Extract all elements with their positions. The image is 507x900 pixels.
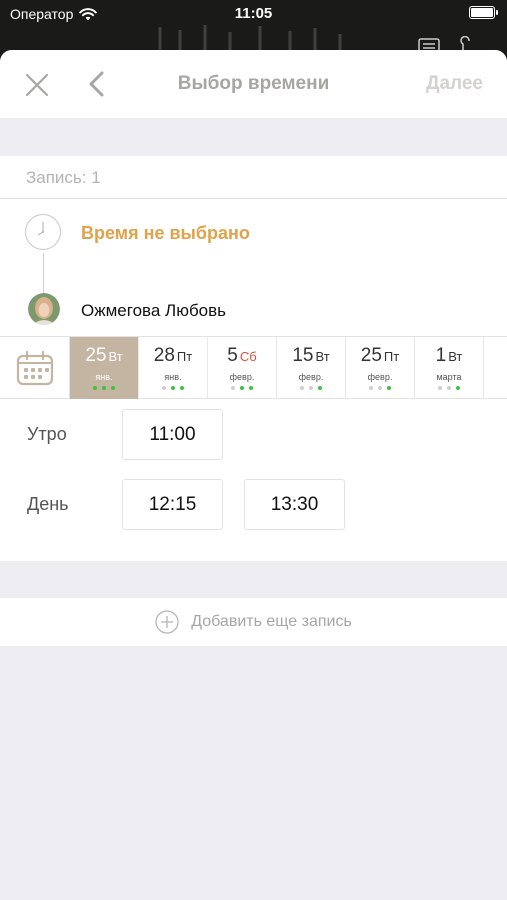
day-number: 28 [153,345,175,366]
time-slot-button[interactable]: 13:30 [244,479,345,530]
morning-label: Утро [27,424,67,444]
available-dot [171,386,175,390]
next-button[interactable]: Далее [426,73,483,95]
month-label: марта [436,372,462,382]
availability-dots [208,386,276,390]
date-number: 5 Сб [208,345,276,367]
background-decoration [158,25,342,50]
availability-dots [70,386,138,390]
clock-icon [24,213,62,251]
availability-dots [415,386,483,390]
weekday-label: Пт [176,349,193,364]
unavailable-dot [447,386,451,390]
date-item[interactable]: 25 Пт февр. [346,337,415,399]
day-number: 1 [435,345,447,366]
date-number: 25 Пт [346,345,414,367]
time-slots: Утро 11:00 День 12:15 13:30 [0,400,507,540]
date-item[interactable]: 1 Вт марта [415,337,484,399]
add-record-label: Добавить еще запись [191,613,352,630]
month-label: февр. [367,372,393,382]
record-card: Запись: 1 Время не выбрано Ожмегова Любо… [0,156,507,561]
month-label: февр. [298,372,324,382]
time-status[interactable]: Время не выбрано [81,223,250,244]
available-dot [240,386,244,390]
date-strip: 25 Вт янв. 28 Пт янв. 5 Сб февр. 15 Вт февр. 25 Пт фев… [0,336,507,399]
master-name[interactable]: Ожмегова Любовь [81,301,226,321]
available-dot [249,386,253,390]
add-record-button[interactable]: Добавить еще запись [0,598,507,646]
day-number: 25 [85,345,107,366]
calendar-icon [16,350,53,386]
availability-dots [346,386,414,390]
day-number: 5 [227,345,238,366]
weekday-label: Сб [239,349,257,364]
day-number: 15 [292,345,314,366]
available-dot [180,386,184,390]
available-dot [102,386,106,390]
date-item[interactable]: 25 Вт янв. [70,337,139,399]
date-number: 1 Вт [415,345,483,367]
weekday-label: Пт [383,349,400,364]
available-dot [93,386,97,390]
record-header: Запись: 1 [0,156,507,199]
calendar-button[interactable] [0,337,70,399]
day-row: День 12:15 13:30 [0,470,507,540]
month-label: янв. [164,372,182,382]
unavailable-dot [162,386,166,390]
unavailable-dot [309,386,313,390]
status-time: 11:05 [234,5,273,22]
weekday-label: Вт [108,349,123,364]
record-timeline: Время не выбрано Ожмегова Любовь [0,199,507,335]
time-slot-button[interactable]: 12:15 [122,479,223,530]
unavailable-dot [438,386,442,390]
month-label: февр. [229,372,255,382]
weekday-label: Вт [315,349,330,364]
unavailable-dot [369,386,373,390]
available-dot [456,386,460,390]
date-item[interactable]: 15 Вт февр. [277,337,346,399]
available-dot [111,386,115,390]
date-list: 25 Вт янв. 28 Пт янв. 5 Сб февр. 15 Вт февр. 25 Пт фев… [70,337,484,399]
day-number: 25 [360,345,382,366]
time-slot-button[interactable]: 11:00 [122,409,223,460]
date-item[interactable]: 5 Сб февр. [208,337,277,399]
unavailable-dot [300,386,304,390]
day-label: День [27,494,69,514]
battery-icon [469,6,498,19]
unavailable-dot [378,386,382,390]
avatar [28,293,60,325]
date-number: 15 Вт [277,345,345,367]
plus-circle-icon [155,610,179,634]
date-number: 28 Пт [139,345,207,367]
unavailable-dot [231,386,235,390]
timeline-connector [43,253,44,293]
weekday-label: Вт [448,349,463,364]
available-dot [387,386,391,390]
month-label: янв. [95,372,113,382]
availability-dots [277,386,345,390]
morning-row: Утро 11:00 [0,400,507,470]
availability-dots [139,386,207,390]
navigation-bar: Выбор времени Далее [0,50,507,118]
date-item[interactable]: 28 Пт янв. [139,337,208,399]
date-number: 25 Вт [70,345,138,367]
available-dot [318,386,322,390]
time-selection-sheet: Выбор времени Далее Запись: 1 Время не в… [0,50,507,900]
